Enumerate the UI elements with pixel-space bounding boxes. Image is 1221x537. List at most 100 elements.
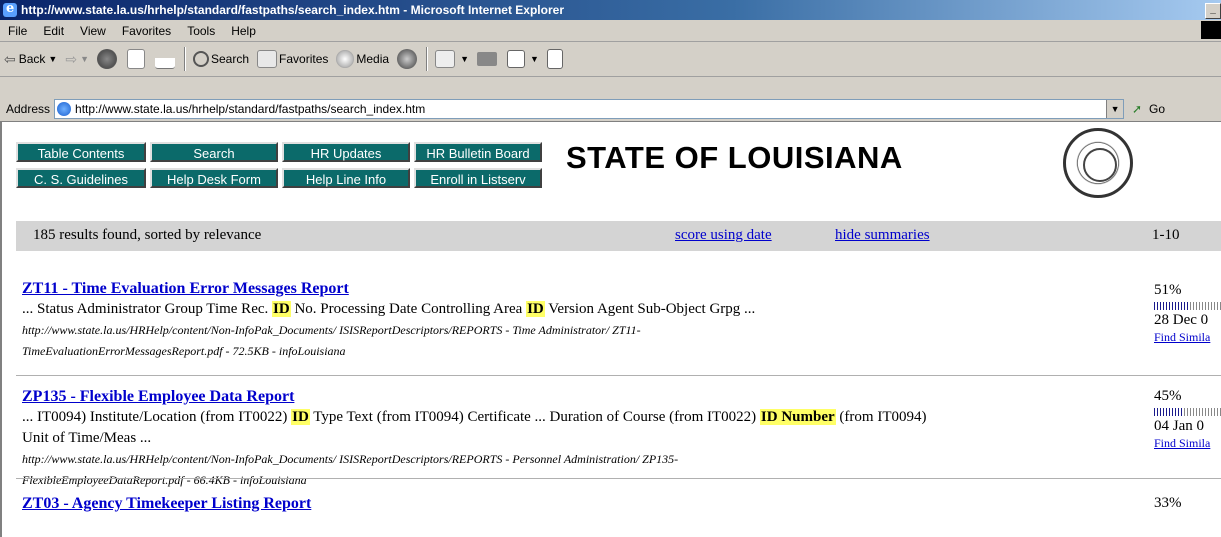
find-similar-link[interactable]: Find Simila bbox=[1154, 330, 1221, 345]
score-bar bbox=[1154, 408, 1221, 416]
menu-file[interactable]: File bbox=[0, 24, 35, 38]
edit-button[interactable]: ▼ bbox=[503, 46, 543, 72]
discuss-button[interactable] bbox=[543, 46, 569, 72]
state-seal-icon bbox=[1063, 128, 1133, 198]
nav-help-line-info-button[interactable]: Help Line Info bbox=[282, 168, 410, 188]
snippet-text: Unit of Time/Meas ... bbox=[22, 430, 152, 446]
search-result: ZT11 - Time Evaluation Error Messages Re… bbox=[22, 280, 1152, 362]
history-button[interactable] bbox=[393, 46, 423, 72]
result-score-panel: 51% 28 Dec 0 Find Simila bbox=[1154, 282, 1221, 345]
score-bar bbox=[1154, 302, 1221, 310]
stop-button[interactable] bbox=[93, 46, 123, 72]
print-icon bbox=[477, 52, 497, 66]
snippet-text: ... IT0094) Institute/Location (from IT0… bbox=[22, 409, 292, 425]
mail-icon bbox=[435, 50, 456, 68]
go-button[interactable]: ➚ Go bbox=[1132, 102, 1165, 116]
address-dropdown-icon[interactable]: ▼ bbox=[1106, 100, 1124, 118]
menu-tools[interactable]: Tools bbox=[179, 24, 223, 38]
result-title-link[interactable]: ZT03 - Agency Timekeeper Listing Report bbox=[22, 495, 1152, 513]
highlight-term: ID bbox=[291, 409, 310, 425]
page-favicon-icon bbox=[57, 102, 72, 116]
toolbar-separator bbox=[426, 47, 429, 71]
nav-hr-updates-button[interactable]: HR Updates bbox=[282, 142, 410, 162]
search-button[interactable]: Search bbox=[189, 46, 253, 72]
nav-help-desk-form-button[interactable]: Help Desk Form bbox=[150, 168, 278, 188]
stop-icon bbox=[97, 49, 117, 69]
nav-cs-guidelines-button[interactable]: C. S. Guidelines bbox=[16, 168, 146, 188]
home-button[interactable] bbox=[151, 46, 181, 72]
page-content: Table Contents Search HR Updates HR Bull… bbox=[0, 122, 1221, 537]
result-date: 04 Jan 0 bbox=[1154, 418, 1204, 434]
result-url-line: TimeEvaluationErrorMessagesReport.pdf - … bbox=[22, 344, 346, 358]
mail-button[interactable]: ▼ bbox=[431, 46, 473, 72]
nav-table-contents-button[interactable]: Table Contents bbox=[16, 142, 146, 162]
window-title-bar: http://www.state.la.us/hrhelp/standard/f… bbox=[0, 0, 1221, 20]
result-url-line: http://www.state.la.us/HRHelp/content/No… bbox=[22, 323, 641, 337]
menu-bar: File Edit View Favorites Tools Help bbox=[0, 20, 1221, 42]
media-button[interactable]: Media bbox=[332, 46, 393, 72]
nav-hr-bulletin-board-button[interactable]: HR Bulletin Board bbox=[414, 142, 542, 162]
result-score-panel: 33% bbox=[1154, 495, 1221, 512]
toolbar-separator bbox=[184, 47, 186, 71]
menu-right-edge bbox=[1201, 21, 1221, 39]
hide-summaries-link[interactable]: hide summaries bbox=[835, 227, 930, 244]
highlight-term: ID Number bbox=[759, 409, 836, 425]
results-range: 1-10 bbox=[1152, 227, 1180, 243]
media-label: Media bbox=[356, 52, 390, 66]
favorites-label: Favorites bbox=[279, 52, 329, 66]
menu-view[interactable]: View bbox=[72, 24, 114, 38]
snippet-text: (from IT0094) bbox=[835, 409, 927, 425]
page-title: STATE OF LOUISIANA bbox=[566, 140, 903, 175]
go-label: Go bbox=[1149, 102, 1166, 116]
snippet-text: ... Status Administrator Group Time Rec. bbox=[22, 301, 273, 317]
score-using-date-link[interactable]: score using date bbox=[675, 227, 772, 244]
toolbar-gap bbox=[0, 77, 1221, 97]
nav-enroll-listserv-button[interactable]: Enroll in Listserv bbox=[414, 168, 542, 188]
menu-favorites[interactable]: Favorites bbox=[114, 24, 179, 38]
chevron-down-icon: ▼ bbox=[48, 54, 58, 64]
chevron-down-icon: ▼ bbox=[460, 54, 469, 64]
highlight-term: ID bbox=[272, 301, 291, 317]
result-url: http://www.state.la.us/HRHelp/content/No… bbox=[22, 449, 1152, 491]
snippet-text: Version Agent Sub-Object Grpg ... bbox=[544, 301, 756, 317]
result-title-link[interactable]: ZT11 - Time Evaluation Error Messages Re… bbox=[22, 280, 1152, 298]
back-arrow-icon: ⇦ bbox=[4, 50, 16, 67]
results-count: 185 results found, sorted by relevance bbox=[33, 227, 262, 243]
back-label: Back bbox=[18, 52, 46, 66]
back-button[interactable]: ⇦ Back ▼ bbox=[0, 46, 61, 72]
address-field[interactable]: http://www.state.la.us/hrhelp/standard/f… bbox=[54, 99, 1125, 119]
word-edit-icon bbox=[507, 50, 525, 68]
minimize-button[interactable]: _ bbox=[1205, 3, 1221, 19]
forward-arrow-icon: ⇨ bbox=[65, 50, 78, 67]
score-percent: 33% bbox=[1154, 495, 1182, 511]
home-icon bbox=[155, 49, 175, 69]
window-title: http://www.state.la.us/hrhelp/standard/f… bbox=[21, 3, 564, 17]
chevron-down-icon: ▼ bbox=[80, 54, 89, 64]
content-left-border bbox=[0, 122, 2, 537]
result-snippet: ... Status Administrator Group Time Rec.… bbox=[22, 299, 1152, 320]
forward-button[interactable]: ⇨ ▼ bbox=[61, 46, 93, 72]
print-button[interactable] bbox=[473, 46, 503, 72]
result-divider bbox=[16, 375, 1221, 376]
result-snippet: ... IT0094) Institute/Location (from IT0… bbox=[22, 407, 1152, 449]
result-url: http://www.state.la.us/HRHelp/content/No… bbox=[22, 320, 1152, 362]
menu-edit[interactable]: Edit bbox=[35, 24, 72, 38]
search-icon bbox=[193, 51, 209, 67]
result-divider bbox=[16, 478, 1221, 479]
search-label: Search bbox=[211, 52, 250, 66]
address-url: http://www.state.la.us/hrhelp/standard/f… bbox=[75, 102, 426, 116]
standard-toolbar: ⇦ Back ▼ ⇨ ▼ Search Favorites Media ▼ ▼ bbox=[0, 42, 1221, 77]
highlight-term: ID bbox=[526, 301, 545, 317]
menu-help[interactable]: Help bbox=[223, 24, 264, 38]
result-score-panel: 45% 04 Jan 0 Find Simila bbox=[1154, 388, 1221, 451]
find-similar-link[interactable]: Find Simila bbox=[1154, 436, 1221, 451]
address-bar: Address http://www.state.la.us/hrhelp/st… bbox=[0, 97, 1221, 122]
result-url-line: FlexibleEmployeeDataReport.pdf - 66.4KB … bbox=[22, 473, 307, 487]
score-percent: 45% bbox=[1154, 388, 1182, 404]
favorites-button[interactable]: Favorites bbox=[253, 46, 332, 72]
refresh-button[interactable] bbox=[123, 46, 151, 72]
result-title-link[interactable]: ZP135 - Flexible Employee Data Report bbox=[22, 388, 1152, 406]
favorites-icon bbox=[257, 50, 278, 68]
nav-search-button[interactable]: Search bbox=[150, 142, 278, 162]
snippet-text: Type Text (from IT0094) Certificate ... … bbox=[309, 409, 760, 425]
